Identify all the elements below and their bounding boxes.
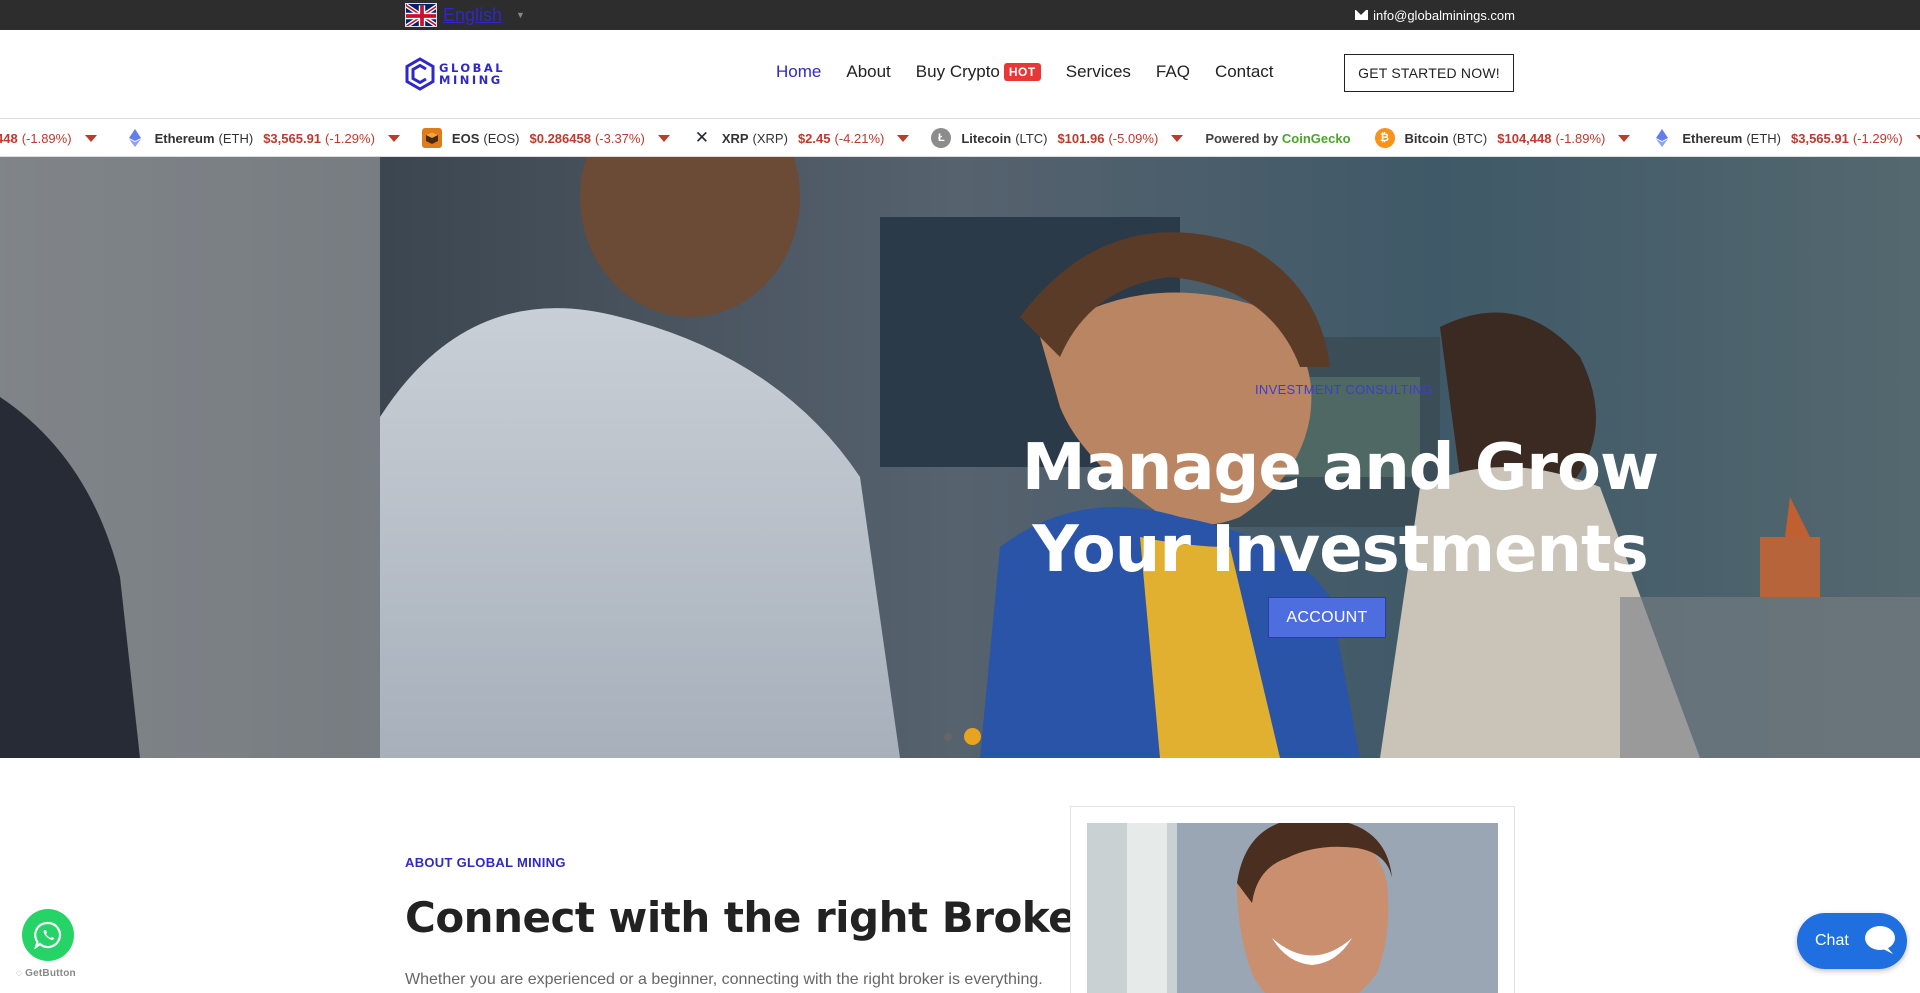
nav-about-label[interactable]: About — [846, 62, 890, 82]
eos-icon — [421, 128, 442, 148]
ticker-symbol: (ETH) — [218, 130, 254, 146]
ticker-price: $3,565.91 — [1791, 130, 1849, 146]
arrow-down-icon — [1171, 134, 1184, 142]
arrow-down-icon — [1618, 134, 1631, 142]
nav-contact[interactable]: Contact — [1215, 62, 1274, 82]
ticker-change: (-1.89%) — [21, 130, 72, 146]
chat-label[interactable]: Chat — [1815, 932, 1849, 950]
arrow-down-icon — [387, 134, 400, 142]
ticker-symbol: (XRP) — [752, 130, 788, 146]
ticker-change: (-3.37%) — [594, 130, 645, 146]
ticker-name: EOS — [451, 130, 480, 146]
top-bar: English ▼ info@globalminings.com — [0, 0, 1920, 30]
ticker-change: (-1.29%) — [1852, 130, 1903, 146]
ticker-symbol: (ETH) — [1746, 130, 1781, 146]
about-kicker: ABOUT GLOBAL MINING — [405, 855, 566, 870]
getbutton-label[interactable]: GetButton — [25, 968, 76, 979]
about-image-card — [1070, 806, 1515, 993]
nav-services[interactable]: Services — [1066, 62, 1131, 82]
chat-bubble-icon — [1865, 926, 1895, 954]
getbutton-credit[interactable]: ◌ GetButton — [16, 968, 76, 979]
arrow-down-icon — [897, 134, 910, 142]
hero-title: Manage and Grow Your Investments — [1020, 427, 1660, 591]
ticker-name: Ethereum — [154, 130, 215, 146]
contact-email[interactable]: info@globalminings.com — [1355, 8, 1515, 23]
ticker-name: Ethereum — [1682, 130, 1743, 146]
hero-slider: INVESTMENT CONSULTING Manage and Grow Yo… — [0, 157, 1920, 758]
nav-buy-crypto-label[interactable]: Buy Crypto — [916, 62, 1000, 82]
nav-contact-label[interactable]: Contact — [1215, 62, 1274, 82]
ticker-item-bitcoin-partial[interactable]: 448 (-1.89%) — [0, 131, 97, 146]
ticker-price: $104,448 — [1497, 130, 1552, 146]
uk-flag-icon — [405, 3, 437, 27]
slider-dot-1[interactable] — [944, 733, 952, 741]
ticker-price: $101.96 — [1057, 130, 1105, 146]
ticker-item-bitcoin[interactable]: ₿ Bitcoin (BTC) $104,448 (-1.89%) — [1374, 128, 1631, 148]
logo-hexagon-icon — [405, 57, 435, 91]
whatsapp-button[interactable] — [22, 909, 74, 961]
ethereum-icon — [125, 128, 145, 148]
ticker-item-ethereum-repeat[interactable]: Ethereum (ETH) $3,565.91 (-1.29%) — [1652, 128, 1920, 148]
envelope-icon — [1355, 10, 1369, 20]
ticker-item-ethereum[interactable]: Ethereum (ETH) $3,565.91 (-1.29%) — [125, 128, 400, 148]
broker-photo — [1087, 823, 1498, 993]
ticker-name: Bitcoin — [1404, 130, 1449, 146]
ticker-price: $3,565.91 — [263, 130, 322, 146]
xrp-icon: ✕ — [694, 128, 709, 147]
ticker-item-xrp[interactable]: ✕ XRP (XRP) $2.45 (-4.21%) — [692, 128, 910, 148]
slider-dot-2-active[interactable] — [964, 728, 981, 745]
nav-about[interactable]: About — [846, 62, 890, 82]
logo-text-mining: MINING — [439, 73, 503, 87]
ticker-symbol: (LTC) — [1015, 130, 1048, 146]
ticker-change: (-4.21%) — [834, 130, 885, 146]
ticker-name: XRP — [721, 130, 749, 146]
ticker-item-eos[interactable]: EOS (EOS) $0.286458 (-3.37%) — [421, 128, 670, 148]
arrow-down-icon — [84, 134, 97, 142]
ticker-change: (-1.89%) — [1555, 130, 1606, 146]
nav-home-label[interactable]: Home — [776, 62, 821, 82]
language-switcher[interactable]: English ▼ — [405, 3, 525, 27]
site-header: GLOBAL MINING Home About Buy Crypto HOT S… — [0, 30, 1920, 118]
ticker-change: (-5.09%) — [1108, 130, 1159, 146]
ticker-symbol: (EOS) — [483, 130, 520, 146]
hero-subtitle: INVESTMENT CONSULTING — [1255, 382, 1433, 397]
nav-faq-label[interactable]: FAQ — [1156, 62, 1190, 82]
ticker-name: Litecoin — [961, 130, 1012, 146]
nav-home[interactable]: Home — [776, 62, 821, 82]
getbutton-icon: ◌ — [16, 968, 23, 979]
about-text: Whether you are experienced or a beginne… — [405, 971, 1043, 988]
hero-title-line1: Manage and Grow — [1021, 431, 1659, 505]
hero-title-line2: Your Investments — [1032, 513, 1648, 587]
nav-faq[interactable]: FAQ — [1156, 62, 1190, 82]
nav-services-label[interactable]: Services — [1066, 62, 1131, 82]
main-nav: Home About Buy Crypto HOT Services FAQ Co… — [776, 62, 1274, 82]
get-started-button[interactable]: GET STARTED NOW! — [1344, 54, 1514, 92]
ticker-change: (-1.29%) — [325, 130, 375, 146]
ticker-item-litecoin[interactable]: Ł Litecoin (LTC) $101.96 (-5.09%) — [931, 128, 1184, 148]
coingecko-link[interactable]: CoinGecko — [1282, 131, 1351, 146]
powered-by-label: Powered by — [1205, 130, 1279, 146]
ticker-price: $0.286458 — [529, 130, 591, 146]
arrow-down-icon — [1915, 134, 1920, 142]
hot-badge: HOT — [1003, 63, 1041, 81]
logo[interactable]: GLOBAL MINING — [405, 57, 505, 91]
crypto-ticker[interactable]: 448 (-1.89%) Ethereum (ETH) $3,565.91 (-… — [0, 118, 1920, 157]
caret-down-icon[interactable]: ▼ — [516, 10, 525, 20]
ticker-price: $2.45 — [797, 130, 831, 146]
ticker-price: 448 — [0, 130, 18, 146]
ticker-symbol: (BTC) — [1452, 130, 1488, 146]
arrow-down-icon — [657, 134, 670, 142]
nav-buy-crypto[interactable]: Buy Crypto HOT — [916, 62, 1041, 82]
email-text[interactable]: info@globalminings.com — [1373, 8, 1515, 23]
chat-widget-button[interactable]: Chat — [1797, 913, 1907, 969]
about-title: Connect with the right Broker. — [405, 893, 1106, 942]
bitcoin-icon: ₿ — [1374, 128, 1395, 148]
ethereum-icon — [1652, 128, 1672, 148]
whatsapp-icon — [34, 921, 62, 949]
litecoin-icon: Ł — [931, 128, 952, 148]
powered-by[interactable]: Powered by CoinGecko — [1205, 131, 1350, 146]
language-label[interactable]: English — [443, 5, 502, 26]
account-button[interactable]: ACCOUNT — [1268, 597, 1386, 638]
